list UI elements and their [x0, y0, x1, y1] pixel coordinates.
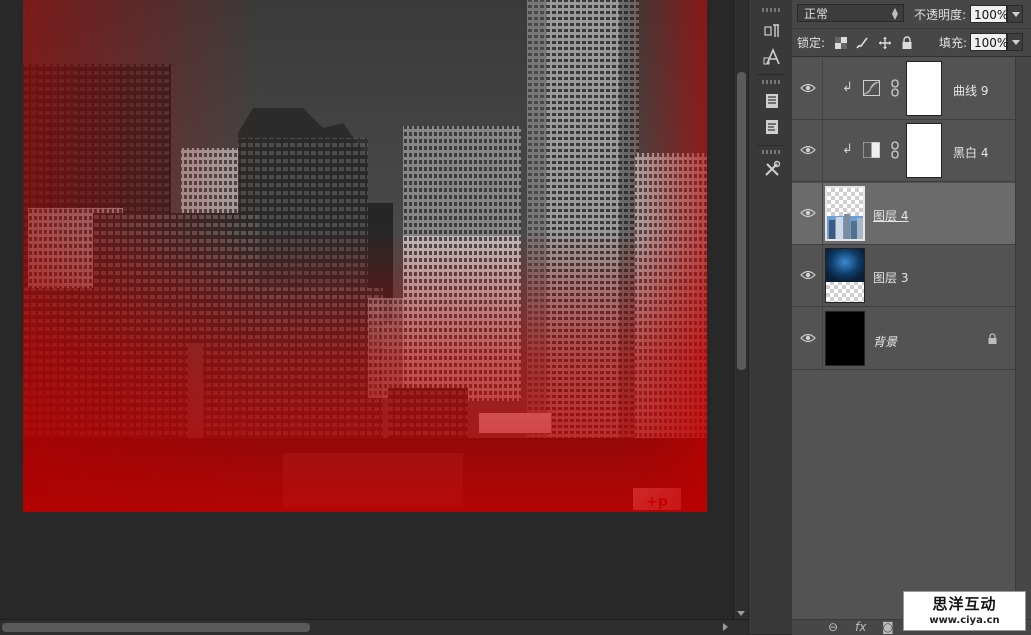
link-icon[interactable]: ⊖	[828, 620, 838, 635]
canvas-vertical-scrollbar[interactable]	[733, 0, 749, 619]
layer-row-curves-9[interactable]: ↲ 曲线 9	[792, 58, 1015, 120]
lock-all-icon[interactable]	[900, 36, 914, 50]
fill-dropdown-icon[interactable]	[1007, 33, 1023, 51]
lock-label: 锁定:	[797, 36, 826, 50]
tools-preset-icon[interactable]	[761, 158, 783, 180]
layer-name[interactable]: 曲线 9	[953, 82, 988, 99]
clipping-arrow-icon: ↲	[842, 142, 853, 157]
layers-panel: 正常 ▲ ▼ 不透明度: 100% 锁定: 填充: 100% ↲ 曲线 9 ↲ …	[792, 0, 1031, 635]
panel-grip[interactable]	[762, 80, 780, 84]
layer-mask-thumbnail[interactable]	[906, 123, 942, 178]
layer-row-layer-4[interactable]: 图层 4	[792, 183, 1015, 245]
layer-row-layer-3[interactable]: 图层 3	[792, 245, 1015, 307]
layer-mask-thumbnail[interactable]	[906, 61, 942, 116]
layer-row-background[interactable]: 背景	[792, 308, 1015, 370]
mask-link-icon[interactable]	[890, 78, 900, 98]
curves-adjustment-icon[interactable]	[863, 80, 880, 96]
layer-name[interactable]: 黑白 4	[953, 144, 988, 161]
notes-icon[interactable]	[761, 90, 783, 112]
watermark-title: 思洋互动	[932, 595, 997, 613]
opacity-dropdown-icon[interactable]	[1007, 5, 1023, 23]
select-updown-icon: ▲ ▼	[891, 6, 898, 21]
layer-thumbnail-city[interactable]	[825, 186, 865, 241]
paragraph-icon[interactable]	[761, 20, 783, 42]
lock-position-icon[interactable]	[878, 36, 892, 50]
fill-label: 填充:	[939, 36, 968, 50]
watermark-url: www.ciya.cn	[929, 615, 1000, 626]
canvas-horizontal-scrollbar[interactable]	[0, 619, 748, 635]
visibility-eye-icon[interactable]	[800, 332, 816, 344]
character-icon[interactable]	[761, 46, 783, 68]
mask-icon[interactable]: ◙	[882, 620, 894, 635]
scrollbar-thumb[interactable]	[2, 623, 310, 632]
black-white-adjustment-icon[interactable]	[863, 142, 880, 158]
scrollbar-thumb[interactable]	[737, 72, 746, 370]
layers-scrollbar[interactable]	[1015, 57, 1031, 619]
blend-opacity-row: 正常 ▲ ▼ 不透明度: 100%	[792, 0, 1031, 29]
visibility-eye-icon[interactable]	[800, 269, 816, 281]
blend-mode-select[interactable]: 正常 ▲ ▼	[797, 4, 904, 22]
lock-fill-row: 锁定: 填充: 100%	[792, 29, 1031, 57]
layer-thumbnail-blue-texture[interactable]	[825, 248, 865, 303]
clipping-arrow-icon: ↲	[842, 80, 853, 95]
layer-name[interactable]: 背景	[873, 333, 897, 350]
watermark-logo: 思洋互动 www.ciya.cn	[903, 591, 1026, 631]
visibility-eye-icon[interactable]	[800, 82, 816, 94]
opacity-input[interactable]: 100%	[970, 5, 1008, 23]
layer-name[interactable]: 图层 3	[873, 269, 908, 286]
layer-thumbnail-background[interactable]	[825, 311, 865, 366]
scroll-down-arrow-icon[interactable]	[737, 611, 745, 616]
history-icon[interactable]	[761, 116, 783, 138]
lock-image-pixels-icon[interactable]	[855, 36, 869, 50]
panel-grip[interactable]	[762, 150, 780, 154]
visibility-eye-icon[interactable]	[800, 144, 816, 156]
layer-name[interactable]: 图层 4	[873, 207, 908, 224]
lock-transparent-pixels-icon[interactable]	[834, 36, 848, 50]
layer-row-black-white-4[interactable]: ↲ 黑白 4	[792, 120, 1015, 182]
fill-input[interactable]: 100%	[970, 33, 1008, 51]
opacity-label: 不透明度:	[914, 8, 967, 22]
scroll-right-arrow-icon[interactable]	[723, 623, 728, 631]
fx-icon[interactable]: fx	[855, 620, 866, 635]
canvas-image[interactable]: +p	[23, 0, 707, 512]
layer-lock-icon[interactable]	[987, 333, 998, 345]
collapsed-panel-strip	[748, 0, 794, 634]
visibility-eye-icon[interactable]	[800, 207, 816, 219]
panel-grip[interactable]	[762, 8, 780, 12]
document-canvas[interactable]: +p	[0, 0, 733, 619]
mask-link-icon[interactable]	[890, 140, 900, 160]
blend-mode-value: 正常	[804, 7, 829, 21]
